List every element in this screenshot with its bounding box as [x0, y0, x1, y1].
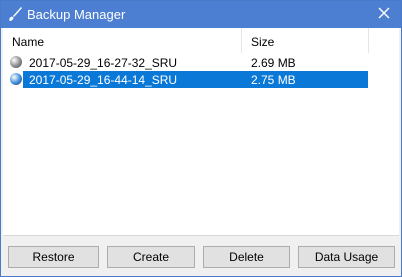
- column-header-name-label: Name: [12, 35, 45, 49]
- paintbrush-icon: [7, 6, 23, 22]
- button-bar: Restore Create Delete Data Usage: [1, 236, 401, 276]
- backup-manager-window: Backup Manager Name Size 2017-05-29_16-2…: [0, 0, 402, 277]
- column-header-size[interactable]: Size: [242, 28, 369, 53]
- backup-name: 2017-05-29_16-27-32_SRU: [29, 56, 178, 70]
- backup-bullet-icon: [10, 73, 22, 85]
- create-button[interactable]: Create: [107, 246, 195, 268]
- list-item[interactable]: 2017-05-29_16-44-14_SRU 2.75 MB: [3, 71, 399, 88]
- backup-bullet-icon: [10, 56, 22, 68]
- list-header: Name Size: [3, 28, 399, 53]
- restore-button[interactable]: Restore: [8, 246, 99, 268]
- column-header-size-label: Size: [251, 35, 275, 49]
- backup-size: 2.75 MB: [251, 73, 296, 87]
- backup-size: 2.69 MB: [251, 56, 296, 70]
- delete-button[interactable]: Delete: [203, 246, 290, 268]
- data-usage-button[interactable]: Data Usage: [298, 246, 395, 268]
- title-bar[interactable]: Backup Manager: [1, 1, 401, 28]
- backup-name: 2017-05-29_16-44-14_SRU: [29, 73, 178, 87]
- list-item[interactable]: 2017-05-29_16-27-32_SRU 2.69 MB: [3, 54, 399, 71]
- backup-list[interactable]: Name Size 2017-05-29_16-27-32_SRU 2.69 M…: [3, 28, 399, 236]
- column-header-name[interactable]: Name: [3, 28, 242, 53]
- window-title: Backup Manager: [27, 7, 126, 22]
- close-button[interactable]: [367, 1, 401, 28]
- close-icon: [378, 7, 390, 22]
